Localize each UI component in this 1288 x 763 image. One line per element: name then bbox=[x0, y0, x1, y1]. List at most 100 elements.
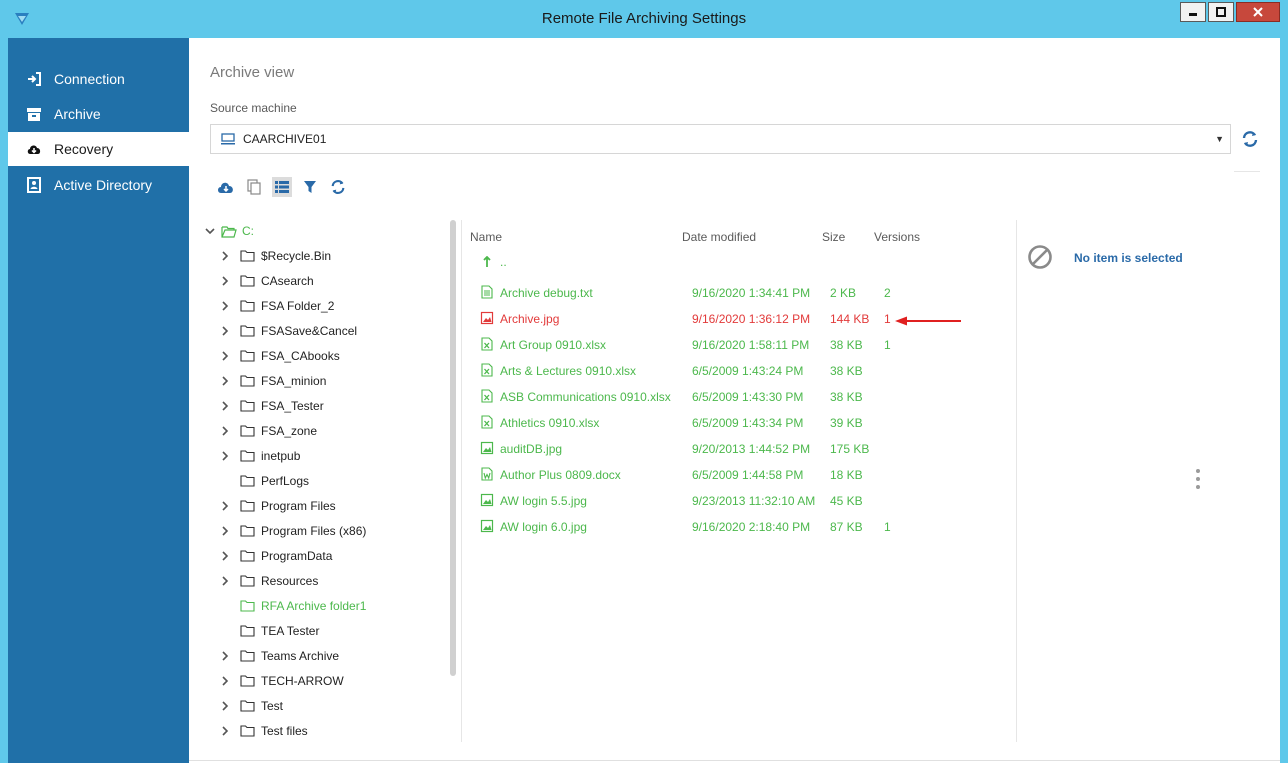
file-row[interactable]: auditDB.jpg 9/20/2013 1:44:52 PM 175 KB bbox=[462, 437, 1002, 461]
file-name: auditDB.jpg bbox=[500, 442, 563, 456]
tree-item[interactable]: TECH-ARROW bbox=[218, 670, 344, 692]
no-entry-icon bbox=[1028, 245, 1052, 269]
file-row[interactable]: Archive debug.txt 9/16/2020 1:34:41 PM 2… bbox=[462, 281, 1002, 305]
tree-item-label: CAsearch bbox=[261, 274, 314, 288]
refresh-list-button[interactable] bbox=[328, 177, 348, 197]
sidebar-item-label: Archive bbox=[54, 106, 101, 122]
file-row[interactable]: Art Group 0910.xlsx 9/16/2020 1:58:11 PM… bbox=[462, 333, 1002, 357]
close-icon bbox=[1253, 7, 1263, 17]
folder-icon bbox=[240, 449, 256, 463]
tree-item[interactable]: Program Files bbox=[218, 495, 336, 517]
file-row[interactable]: Author Plus 0809.docx 6/5/2009 1:44:58 P… bbox=[462, 463, 1002, 487]
chevron-right-icon[interactable] bbox=[218, 651, 232, 661]
column-header-name[interactable]: Name bbox=[470, 230, 502, 244]
file-size: 38 KB bbox=[830, 390, 863, 404]
tree-scrollbar[interactable] bbox=[450, 220, 456, 676]
chevron-right-icon[interactable] bbox=[218, 701, 232, 711]
chevron-right-icon[interactable] bbox=[218, 551, 232, 561]
file-row[interactable]: Athletics 0910.xlsx 6/5/2009 1:43:34 PM … bbox=[462, 411, 1002, 435]
chevron-right-icon[interactable] bbox=[218, 351, 232, 361]
refresh-icon bbox=[1242, 131, 1258, 147]
chevron-right-icon[interactable] bbox=[218, 451, 232, 461]
window-title: Remote File Archiving Settings bbox=[541, 10, 747, 27]
chevron-right-icon[interactable] bbox=[218, 401, 232, 411]
tree-item-label: PerfLogs bbox=[261, 474, 310, 488]
chevron-right-icon[interactable] bbox=[218, 676, 232, 686]
column-header-size[interactable]: Size bbox=[822, 230, 845, 244]
tree-item[interactable]: ProgramData bbox=[218, 545, 332, 567]
tree-item[interactable]: Teams Archive bbox=[218, 645, 339, 667]
minimize-icon bbox=[1189, 13, 1197, 16]
tree-item-label: inetpub bbox=[261, 449, 301, 463]
tree-item-label: Resources bbox=[261, 574, 319, 588]
filter-icon bbox=[304, 181, 316, 193]
file-row[interactable]: ASB Communications 0910.xlsx 6/5/2009 1:… bbox=[462, 385, 1002, 409]
chevron-right-icon[interactable] bbox=[218, 276, 232, 286]
chevron-right-icon[interactable] bbox=[218, 251, 232, 261]
sidebar-item-connection[interactable]: Connection bbox=[8, 62, 189, 96]
folder-icon bbox=[240, 374, 256, 388]
sidebar-item-recovery[interactable]: Recovery bbox=[8, 132, 189, 166]
main-panel: Archive view Source machine CAARCHIVE01 … bbox=[189, 38, 1280, 763]
image-file-icon bbox=[480, 493, 494, 507]
column-header-versions[interactable]: Versions bbox=[874, 230, 920, 244]
tree-item[interactable]: TEA Tester bbox=[218, 620, 319, 642]
tree-item[interactable]: CAsearch bbox=[218, 270, 314, 292]
recover-button[interactable] bbox=[216, 177, 236, 197]
tree-item[interactable]: Resources bbox=[218, 570, 318, 592]
chevron-right-icon[interactable] bbox=[218, 576, 232, 586]
file-row[interactable]: AW login 6.0.jpg 9/16/2020 2:18:40 PM 87… bbox=[462, 515, 1002, 539]
file-date: 6/5/2009 1:43:34 PM bbox=[692, 416, 804, 430]
tree-item[interactable]: FSA Folder_2 bbox=[218, 295, 334, 317]
tree-item[interactable]: PerfLogs bbox=[218, 470, 309, 492]
tree-item-selected[interactable]: RFA Archive folder1 bbox=[218, 595, 366, 617]
chevron-right-icon[interactable] bbox=[218, 526, 232, 536]
tree-item[interactable]: FSA_CAbooks bbox=[218, 345, 340, 367]
tree-item[interactable]: inetpub bbox=[218, 445, 300, 467]
chevron-down-icon[interactable] bbox=[203, 227, 217, 235]
tree-item[interactable]: Test bbox=[218, 695, 283, 717]
chevron-right-icon[interactable] bbox=[218, 326, 232, 336]
file-row[interactable]: AW login 5.5.jpg 9/23/2013 11:32:10 AM 4… bbox=[462, 489, 1002, 513]
tree-item[interactable]: Test files bbox=[218, 720, 308, 742]
chevron-right-icon[interactable] bbox=[218, 301, 232, 311]
tree-item[interactable]: FSA_zone bbox=[218, 420, 317, 442]
sidebar-item-active-directory[interactable]: Active Directory bbox=[8, 168, 189, 202]
divider bbox=[1234, 171, 1260, 172]
sidebar: Connection Archive Recovery Active Direc… bbox=[8, 38, 189, 763]
copy-button[interactable] bbox=[244, 177, 264, 197]
file-size: 45 KB bbox=[830, 494, 863, 508]
list-view-button[interactable] bbox=[272, 177, 292, 197]
tree-item[interactable]: FSA_Tester bbox=[218, 395, 324, 417]
folder-icon bbox=[240, 599, 256, 613]
sidebar-item-archive[interactable]: Archive bbox=[8, 97, 189, 131]
column-header-date[interactable]: Date modified bbox=[682, 230, 756, 244]
list-view-icon bbox=[275, 181, 289, 193]
title-bar[interactable]: Remote File Archiving Settings bbox=[0, 0, 1288, 38]
computer-icon bbox=[221, 133, 235, 145]
chevron-right-icon[interactable] bbox=[218, 501, 232, 511]
chevron-right-icon[interactable] bbox=[218, 726, 232, 736]
text-file-icon bbox=[481, 285, 493, 299]
tree-root-c[interactable]: C: bbox=[203, 220, 254, 242]
file-size: 87 KB bbox=[830, 520, 863, 534]
filter-button[interactable] bbox=[300, 177, 320, 197]
refresh-button[interactable] bbox=[1241, 130, 1259, 148]
tree-item[interactable]: FSASave&Cancel bbox=[218, 320, 357, 342]
file-size: 175 KB bbox=[830, 442, 870, 456]
file-row[interactable]: Arts & Lectures 0910.xlsx 6/5/2009 1:43:… bbox=[462, 359, 1002, 383]
folder-icon bbox=[240, 274, 256, 288]
minimize-button[interactable] bbox=[1180, 2, 1206, 22]
tree-item[interactable]: Program Files (x86) bbox=[218, 520, 366, 542]
chevron-right-icon[interactable] bbox=[218, 376, 232, 386]
source-machine-select[interactable]: CAARCHIVE01 ▼ bbox=[210, 124, 1231, 154]
tree-item[interactable]: FSA_minion bbox=[218, 370, 326, 392]
tree-item-label: FSA_CAbooks bbox=[261, 349, 340, 363]
maximize-button[interactable] bbox=[1208, 2, 1234, 22]
file-name: Art Group 0910.xlsx bbox=[500, 338, 607, 352]
tree-item[interactable]: $Recycle.Bin bbox=[218, 245, 331, 267]
file-name: AW login 6.0.jpg bbox=[500, 520, 587, 534]
close-button[interactable] bbox=[1236, 2, 1280, 22]
parent-folder-row[interactable]: .. bbox=[462, 254, 562, 274]
chevron-right-icon[interactable] bbox=[218, 426, 232, 436]
